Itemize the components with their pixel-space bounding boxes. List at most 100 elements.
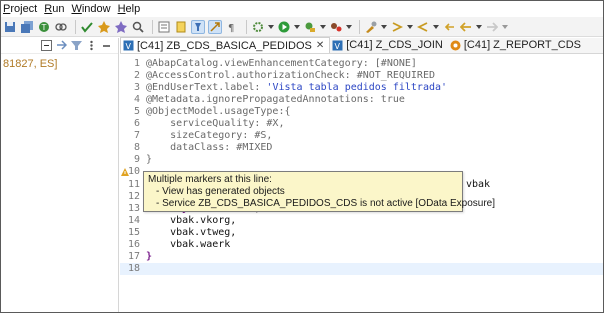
debug-icon[interactable] (303, 20, 317, 34)
prev-annotation-icon[interactable] (416, 20, 430, 34)
filter-icon[interactable] (70, 40, 82, 52)
tab-label: [C41] ZB_CDS_BASICA_PEDIDOS (137, 39, 312, 52)
code-line[interactable]: 17} (120, 251, 603, 263)
code-token: @AccessControl.authorizationCheck: #NOT_… (146, 69, 435, 81)
code-line[interactable]: 6 serviceQuality: #X, (120, 118, 603, 130)
toolbar-separator (75, 19, 76, 34)
close-icon[interactable]: ✕ (316, 40, 324, 51)
svg-text:T: T (41, 23, 47, 32)
link-with-editor-icon[interactable] (55, 40, 67, 52)
forward-icon[interactable] (485, 20, 499, 34)
menu-window[interactable]: Window (71, 3, 110, 15)
collapse-all-icon[interactable] (40, 40, 52, 52)
tooltip-item: - View has generated objects (156, 186, 285, 197)
tooltip-title: Multiple markers at this line: (148, 174, 272, 185)
back-icon[interactable] (459, 20, 473, 34)
line-number: 11 (128, 178, 141, 190)
code-token: vbak.waerk (146, 239, 231, 250)
menu-project[interactable]: Project (3, 3, 37, 15)
code-line[interactable]: 2 @AccessControl.authorizationCheck: #NOT… (120, 69, 603, 81)
tab-z-report-cds[interactable]: [C41] Z_REPORT_CDS (448, 37, 586, 53)
code-token: 'Vista tabla pedidos filtrada' (266, 81, 448, 93)
chevron-down-icon[interactable] (268, 20, 274, 34)
svg-text:V: V (126, 42, 132, 51)
chevron-down-icon[interactable] (476, 20, 482, 34)
markers-tooltip: Multiple markers at this line: - View ha… (143, 171, 495, 212)
last-edit-icon[interactable] (442, 20, 456, 34)
link-icon[interactable] (54, 20, 68, 34)
main-toolbar: T ¶ (1, 17, 603, 37)
chevron-down-icon[interactable] (294, 20, 300, 34)
line-number: 16 (128, 239, 141, 250)
code-token: } (146, 251, 153, 263)
line-number: 15 (128, 226, 141, 238)
show-whitespace-icon[interactable] (208, 19, 222, 34)
abap-program-icon (450, 40, 461, 51)
tab-z-cds-join[interactable]: V [C41] Z_CDS_JOIN (330, 37, 448, 53)
line-number: 6 (133, 118, 140, 129)
code-line[interactable]: 18 (120, 262, 603, 275)
code-line[interactable]: 9} (120, 154, 603, 166)
chevron-down-icon[interactable] (433, 20, 439, 34)
settings-icon[interactable] (251, 20, 265, 34)
menu-run-rest: un (52, 3, 65, 15)
line-number: 17 (128, 251, 141, 263)
pin-icon[interactable] (191, 19, 205, 34)
menu-run[interactable]: Run (44, 3, 64, 15)
tree-item-text[interactable]: 81827, ES] (3, 58, 57, 70)
left-pane-toolbar (1, 38, 118, 54)
code-text: @AccessControl.authorizationCheck: #NOT_… (146, 70, 435, 81)
cds-view-icon: V (123, 40, 134, 51)
code-text: @ObjectModel.usageType:{ (146, 106, 291, 117)
search-icon[interactable] (131, 20, 145, 34)
chevron-down-icon[interactable] (346, 20, 352, 34)
svg-text:V: V (335, 42, 341, 51)
code-line[interactable]: 4 @Metadata.ignorePropagatedAnnotations: … (120, 93, 603, 105)
chevron-down-icon[interactable] (502, 20, 508, 34)
line-number: 2 (133, 69, 140, 81)
code-line[interactable]: 1 @AbapCatalog.viewEnhancementCategory: [… (120, 57, 603, 69)
external-tools-icon[interactable] (329, 20, 343, 34)
code-token: dataClass: #MIXED (146, 142, 273, 154)
menu-help-rest: elp (125, 3, 141, 15)
code-token: @EndUserText.label: (146, 81, 267, 93)
code-line[interactable]: 15 vbak.vtweg, (120, 226, 603, 238)
view-menu-icon[interactable] (85, 40, 97, 52)
chevron-down-icon[interactable] (381, 20, 387, 34)
code-line[interactable]: 8 dataClass: #MIXED (120, 142, 603, 154)
code-line[interactable]: 5 @ObjectModel.usageType:{ (120, 105, 603, 117)
code-text: vbak.waerk (146, 239, 230, 250)
code-text: } (146, 154, 152, 165)
code-token: sizeCategory: #S, (146, 130, 273, 142)
activate-all-icon[interactable] (114, 20, 128, 34)
code-text: serviceQuality: #X, (146, 118, 284, 129)
line-number: 1 (133, 57, 140, 69)
code-line[interactable]: 3 @EndUserText.label: 'Vista tabla pedido… (120, 81, 603, 93)
run-icon[interactable] (277, 20, 291, 34)
chevron-down-icon[interactable] (320, 20, 326, 34)
check-icon[interactable] (80, 20, 94, 34)
activate-icon[interactable] (97, 20, 111, 34)
menu-help[interactable]: Help (118, 3, 141, 15)
pilcrow-icon[interactable]: ¶ (225, 20, 239, 34)
code-line[interactable]: 14 vbak.vkorg, (120, 214, 603, 226)
editor-tab-bar: V [C41] ZB_CDS_BASICA_PEDIDOS ✕ V [C41] … (120, 37, 603, 54)
next-annotation-icon[interactable] (390, 20, 404, 34)
toolbar-separator (359, 19, 360, 34)
menu-bar: Project Run Window Help (1, 1, 603, 17)
open-type-icon[interactable]: T (37, 20, 51, 34)
save-icon[interactable] (3, 20, 17, 34)
toolbar-separator (152, 19, 153, 34)
tools-icon[interactable] (364, 20, 378, 34)
toggle-mark-icon[interactable] (174, 20, 188, 34)
code-line[interactable]: 7 sizeCategory: #S, (120, 130, 603, 142)
tab-zb-cds-basica-pedidos[interactable]: V [C41] ZB_CDS_BASICA_PEDIDOS ✕ (120, 37, 331, 53)
cds-view-icon: V (332, 40, 343, 51)
code-text: } (146, 251, 152, 262)
code-text: @AbapCatalog.viewEnhancementCategory: [#… (146, 58, 417, 69)
minimize-icon[interactable] (100, 40, 112, 52)
format-icon[interactable] (157, 20, 171, 34)
save-all-icon[interactable] (20, 20, 34, 34)
chevron-down-icon[interactable] (407, 20, 413, 34)
code-line[interactable]: 16 vbak.waerk (120, 239, 603, 251)
